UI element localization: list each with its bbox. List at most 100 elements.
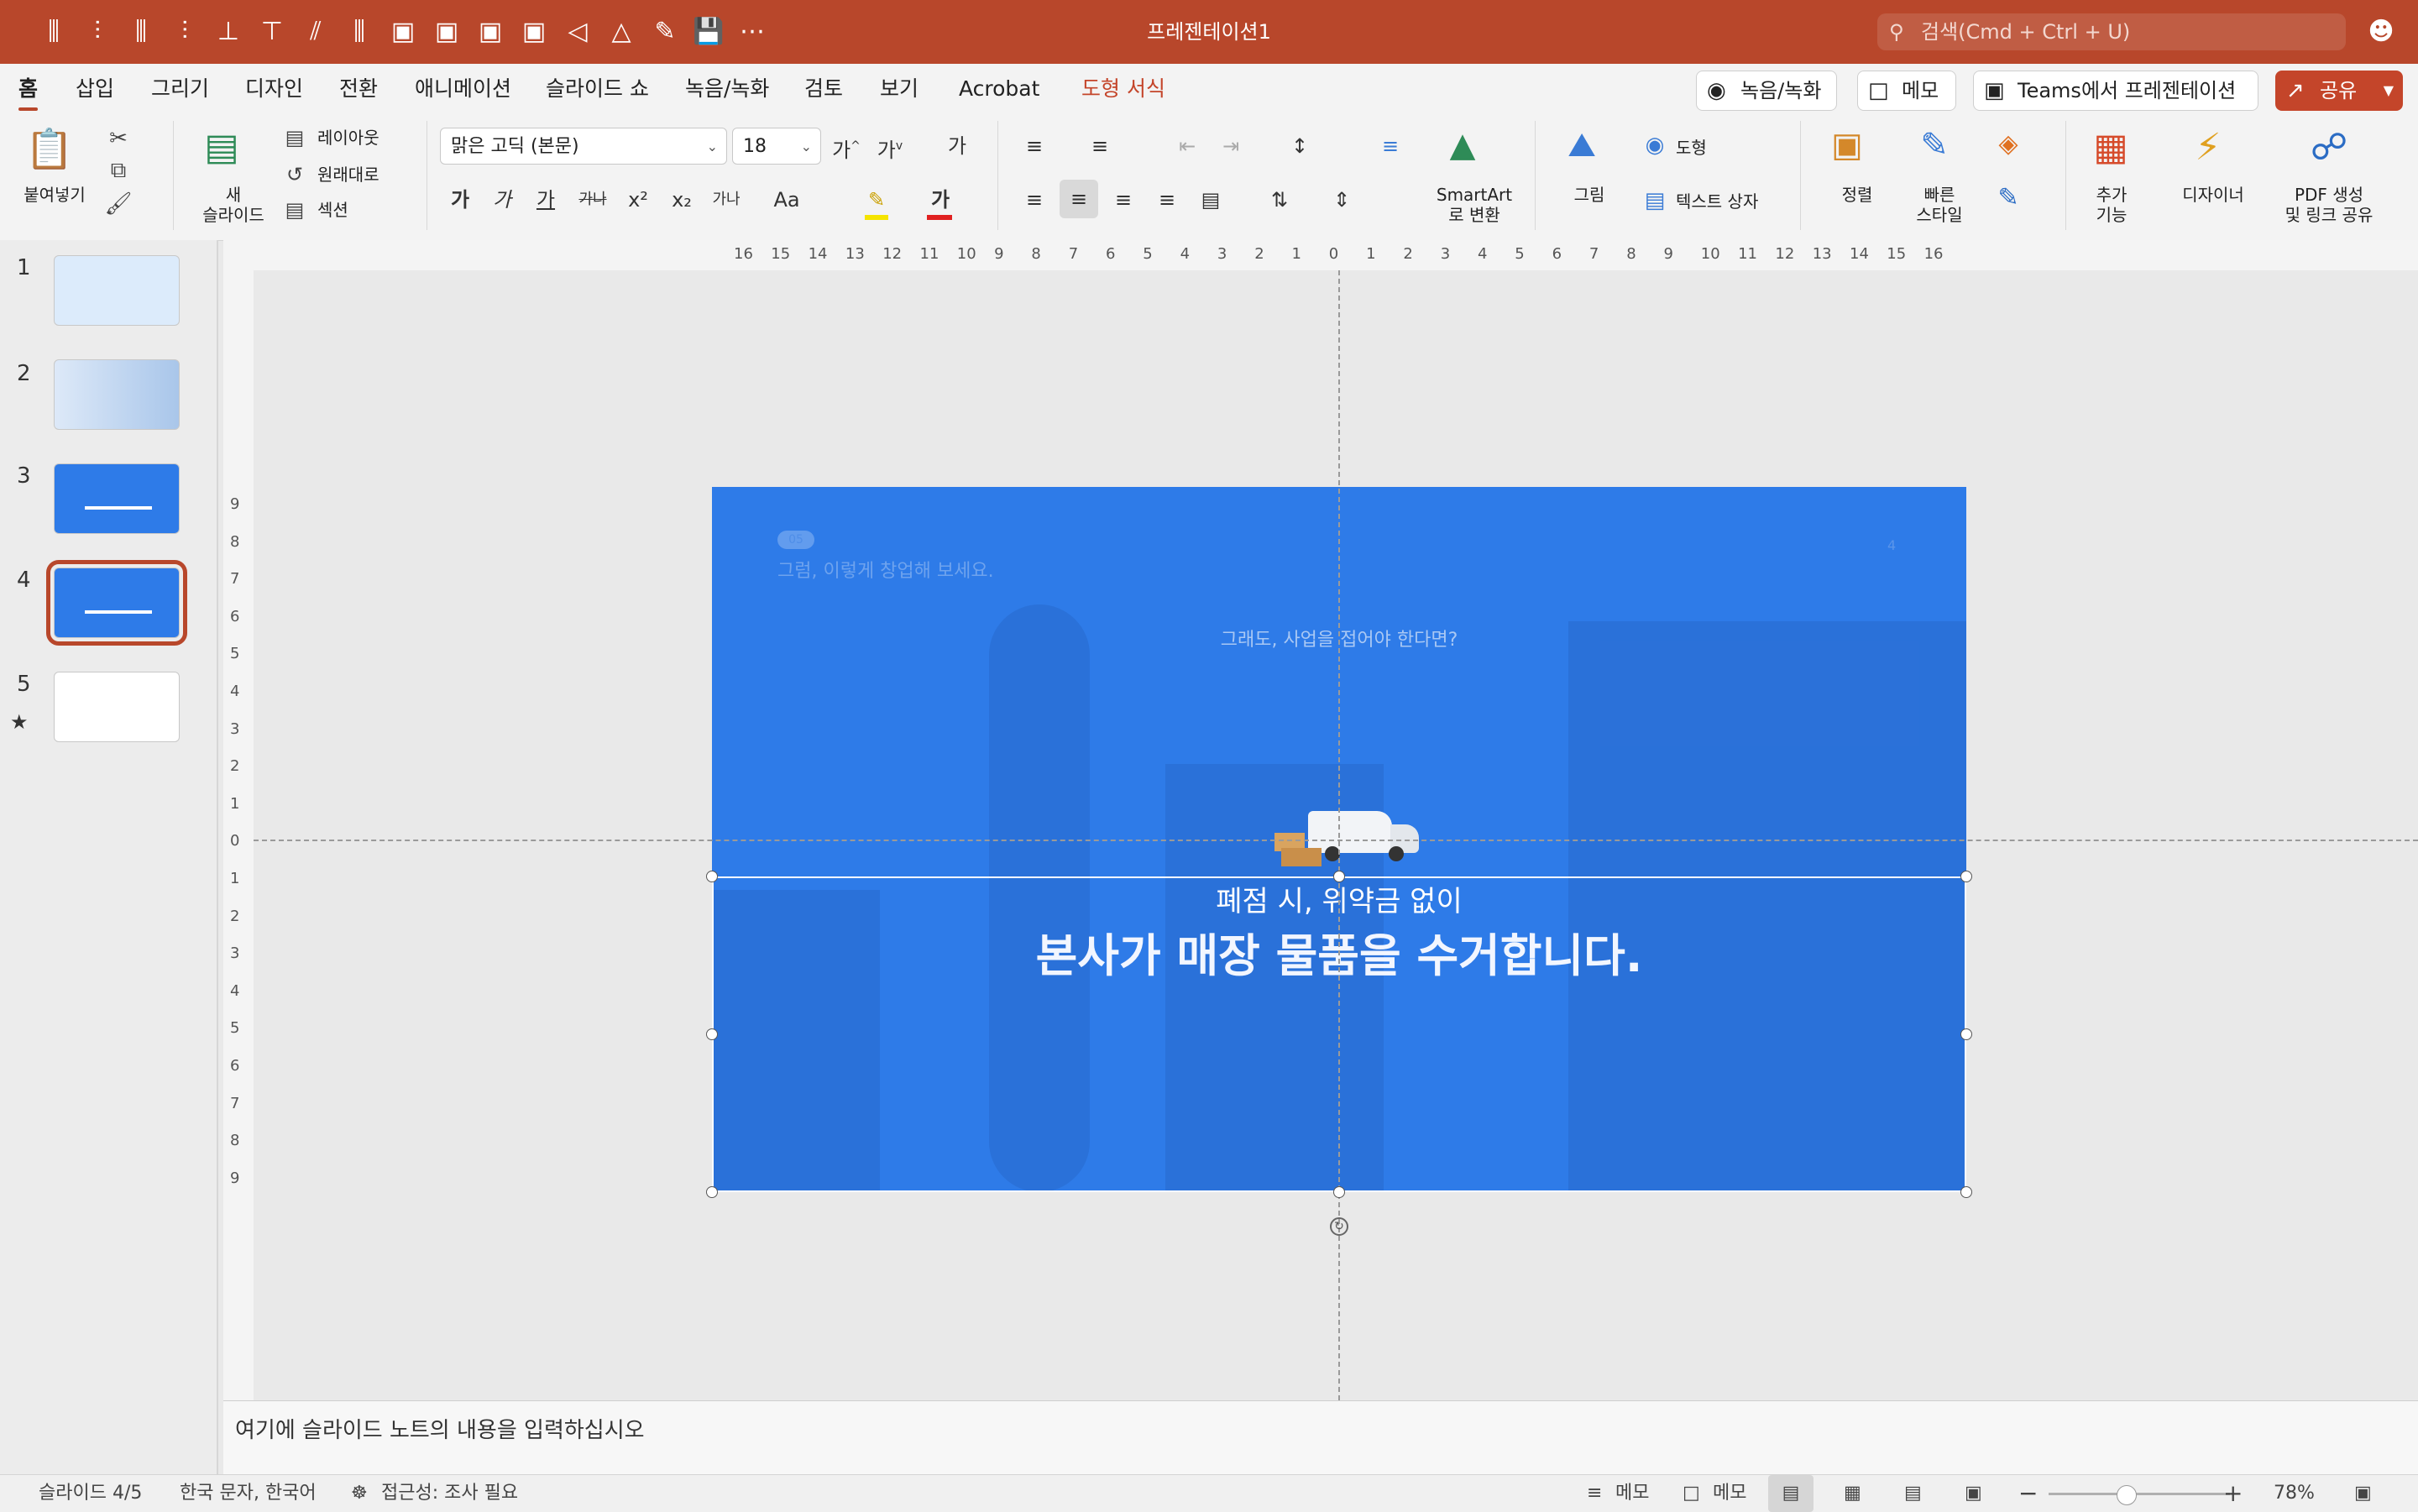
zoom-slider-thumb[interactable]	[2116, 1485, 2137, 1505]
more-icon[interactable]: ⋯	[734, 13, 771, 50]
clear-formatting-icon[interactable]: 가	[939, 129, 976, 163]
slideshow-icon[interactable]: ▣	[1965, 1475, 1982, 1512]
font-color-icon[interactable]: 가	[924, 183, 957, 217]
tab-review[interactable]: 검토	[804, 74, 843, 104]
paste-icon[interactable]: 📋	[25, 126, 73, 173]
columns-icon[interactable]: ≡	[1374, 129, 1407, 163]
align-right-icon[interactable]: ≡	[1107, 183, 1140, 217]
distributed-icon[interactable]: ▤	[1194, 183, 1227, 217]
addins-icon[interactable]: ▦	[2086, 126, 2136, 173]
zoom-slider-track[interactable]	[2049, 1493, 2230, 1495]
font-name-dropdown[interactable]: 맑은 고딕 (본문) ⌄	[440, 128, 727, 165]
slide-thumbnail-3[interactable]	[54, 463, 180, 534]
resize-handle[interactable]	[1960, 1028, 1972, 1040]
section-label[interactable]: 섹션	[317, 200, 348, 220]
flip-horizontal-icon[interactable]: ◁	[559, 13, 596, 50]
picture-icon[interactable]: ⛰	[1558, 126, 1605, 168]
new-slide-icon[interactable]: ▤	[196, 126, 247, 171]
shape-label[interactable]: 도형	[1676, 138, 1707, 158]
zoom-level[interactable]: 78%	[2274, 1475, 2315, 1512]
record-button[interactable]: ◉ 녹음/녹화	[1696, 71, 1837, 111]
notes-toggle[interactable]: 메모	[1615, 1475, 1649, 1512]
comments-button[interactable]: □ 메모	[1857, 71, 1956, 111]
tab-animations[interactable]: 애니메이션	[415, 74, 511, 104]
shape-icon[interactable]: ◉	[1642, 133, 1667, 158]
resize-handle[interactable]	[1333, 871, 1345, 882]
superscript-button[interactable]: x²	[623, 183, 653, 217]
align-bottom-icon[interactable]: ⊥	[210, 13, 247, 50]
reset-label[interactable]: 원래대로	[317, 165, 379, 185]
textbox-label[interactable]: 텍스트 상자	[1676, 191, 1758, 212]
slide-sorter-icon[interactable]: ▦	[1844, 1475, 1861, 1512]
tab-draw[interactable]: 그리기	[151, 74, 209, 104]
textbox-icon[interactable]: ▤	[1642, 188, 1667, 213]
flip-vertical-icon[interactable]: △	[603, 13, 640, 50]
layout-label[interactable]: 레이아웃	[317, 128, 379, 148]
resize-handle[interactable]	[706, 1186, 718, 1198]
rotate-handle-icon[interactable]: ↻	[1330, 1217, 1348, 1236]
text-direction-icon[interactable]: ⇅	[1263, 183, 1296, 217]
tab-insert[interactable]: 삽입	[76, 74, 114, 104]
normal-view-icon[interactable]: ▤	[1768, 1475, 1814, 1512]
slide-thumbnail-2[interactable]	[54, 359, 180, 430]
slide-thumbnail-5[interactable]	[54, 672, 180, 742]
resize-handle[interactable]	[1960, 1186, 1972, 1198]
align-left-icon[interactable]: ⫼	[341, 13, 378, 50]
smartart-icon[interactable]: ▲	[1439, 126, 1486, 168]
zoom-in-icon[interactable]: +	[2223, 1475, 2243, 1512]
layout-icon[interactable]: ▤	[282, 126, 307, 149]
shape-outline-icon[interactable]: ✎	[1991, 183, 2025, 212]
cut-icon[interactable]: ✂	[104, 126, 133, 151]
zoom-out-icon[interactable]: −	[2018, 1475, 2038, 1512]
tab-shape-format[interactable]: 도형 서식	[1081, 74, 1165, 104]
highlight-color-icon[interactable]: ✎	[860, 183, 893, 217]
horizontal-guide[interactable]	[254, 840, 2418, 841]
search-box[interactable]: ⚲ 검색(Cmd + Ctrl + U)	[1877, 13, 2346, 50]
send-to-back-icon[interactable]: ▣	[516, 13, 552, 50]
tab-record[interactable]: 녹음/녹화	[685, 74, 769, 104]
character-spacing-button[interactable]: 가나	[705, 183, 747, 217]
selected-textbox[interactable]	[712, 876, 1966, 1192]
bullets-icon[interactable]: ≡	[1018, 129, 1051, 163]
section-icon[interactable]: ▤	[282, 198, 307, 222]
decrease-indent-icon[interactable]: ⇤	[1170, 129, 1204, 163]
numbering-icon[interactable]: ≡	[1083, 129, 1117, 163]
line-spacing-icon[interactable]: ↕	[1283, 129, 1316, 163]
align-center-icon[interactable]: ≡	[1060, 180, 1098, 218]
quick-styles-icon[interactable]: ✎	[1911, 126, 1958, 168]
italic-button[interactable]: 가	[487, 183, 517, 217]
resize-handle[interactable]	[1960, 871, 1972, 882]
tab-view[interactable]: 보기	[880, 74, 919, 104]
increase-font-size-icon[interactable]: 가^	[830, 129, 863, 163]
tab-transitions[interactable]: 전환	[339, 74, 378, 104]
align-middle-icon[interactable]: ⫶	[79, 13, 116, 50]
decrease-font-size-icon[interactable]: 가v	[873, 129, 907, 163]
align-vertical-center-icon[interactable]: ⫶	[166, 13, 203, 50]
bold-button[interactable]: 가	[445, 183, 475, 217]
distribute-horizontal-icon[interactable]: ⫼	[123, 13, 160, 50]
copy-icon[interactable]: ⧉	[104, 158, 133, 184]
resize-handle[interactable]	[706, 1028, 718, 1040]
bring-forward-icon[interactable]: ▣	[385, 13, 421, 50]
comments-toggle[interactable]: 메모	[1713, 1475, 1746, 1512]
tab-slideshow[interactable]: 슬라이드 쇼	[546, 74, 649, 104]
share-button[interactable]: ↗ 공유 ▼	[2275, 71, 2403, 111]
tab-acrobat[interactable]: Acrobat	[959, 74, 1039, 104]
align-top-icon[interactable]: ⊤	[254, 13, 290, 50]
change-case-button[interactable]: Aa	[766, 183, 808, 217]
fit-to-window-icon[interactable]: ▣	[2354, 1475, 2372, 1512]
underline-button[interactable]: 가	[531, 183, 561, 217]
teams-present-button[interactable]: ▣ Teams에서 프레젠테이션	[1973, 71, 2258, 111]
slide-thumbnail-4[interactable]	[46, 560, 187, 646]
arrange-icon[interactable]: ▣	[1824, 126, 1871, 168]
shape-fill-icon[interactable]: ◈	[1991, 129, 2025, 159]
accessibility-status[interactable]: 접근성: 조사 필요	[381, 1475, 518, 1512]
reset-icon[interactable]: ↺	[282, 163, 307, 186]
slide-thumbnail-1[interactable]	[54, 255, 180, 326]
save-icon[interactable]: 💾	[690, 13, 727, 50]
reading-view-icon[interactable]: ▤	[1904, 1475, 1922, 1512]
align-left-icon[interactable]: ≡	[1018, 183, 1051, 217]
send-backward-icon[interactable]: ▣	[428, 13, 465, 50]
edit-icon[interactable]: ✎	[646, 13, 683, 50]
language-status[interactable]: 한국 문자, 한국어	[180, 1475, 317, 1512]
